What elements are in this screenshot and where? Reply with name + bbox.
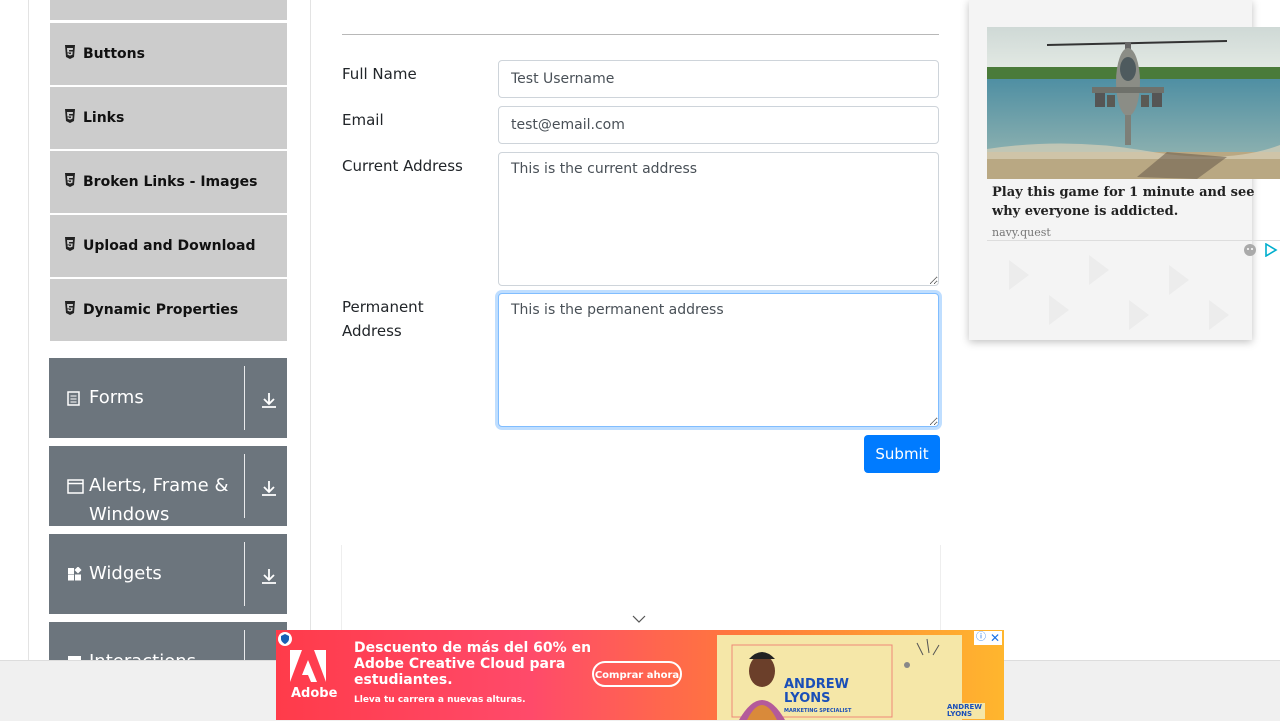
group-label: Forms (89, 387, 144, 408)
banner-card-line2: LYONS (947, 710, 973, 718)
ad-choices-face-icon[interactable] (1243, 243, 1257, 257)
permanent-address-label-line1: Permanent (342, 298, 424, 316)
banner-person-name: ANDREW LYONS (784, 678, 849, 706)
html5-icon (65, 237, 75, 251)
divider (244, 366, 245, 430)
sidebar-item-dynamic-properties[interactable]: Dynamic Properties (50, 279, 287, 341)
full-name-input[interactable] (498, 60, 939, 98)
sidebar-item-upload-download[interactable]: Upload and Download (50, 215, 287, 277)
ad-info-icon[interactable]: ⓘ (974, 631, 988, 645)
side-ad-source[interactable]: navy.quest (992, 226, 1051, 239)
current-address-label: Current Address (342, 157, 463, 175)
download-icon[interactable] (259, 390, 279, 410)
banner-person-name-line2: LYONS (784, 691, 831, 706)
banner-headline: Descuento de más del 60% en Adobe Creati… (354, 640, 592, 688)
buy-now-button[interactable]: Comprar ahora (592, 661, 682, 687)
banner-card: ANDREW LYONS (944, 703, 985, 719)
html5-icon (65, 109, 75, 123)
permanent-address-label: Permanent Address (342, 295, 424, 343)
current-address-textarea[interactable]: This is the current address (498, 152, 939, 286)
html5-icon (65, 173, 75, 187)
adobe-banner-ad[interactable]: Adobe Descuento de más del 60% en Adobe … (276, 630, 1004, 720)
download-icon[interactable] (259, 478, 279, 498)
sidebar-item-links[interactable]: Links (50, 87, 287, 149)
divider (987, 240, 1280, 241)
sidebar-item-label: Buttons (83, 46, 145, 62)
helicopter-game-ad-image[interactable] (987, 27, 1280, 179)
title-divider (342, 34, 939, 35)
banner-person-name-line1: ANDREW (784, 677, 849, 692)
download-icon[interactable] (259, 566, 279, 586)
group-label: Widgets (89, 563, 162, 584)
group-label-line2: Windows (89, 504, 170, 525)
sidebar-item-label: Links (83, 110, 125, 126)
sidebar-item-partial[interactable] (50, 0, 287, 20)
window-icon (67, 479, 84, 494)
sidebar-item-label: Dynamic Properties (83, 302, 239, 318)
group-label: Alerts, Frame & (89, 475, 229, 496)
html5-icon (65, 45, 75, 59)
ad-choices-icon[interactable] (1264, 243, 1278, 257)
permanent-address-label-line2: Address (342, 322, 402, 340)
side-ad-headline[interactable]: Play this game for 1 minute and see why … (992, 183, 1262, 221)
widgets-icon (68, 567, 82, 581)
group-label: Interactions (89, 647, 196, 660)
html5-icon (65, 301, 75, 315)
left-border (28, 0, 29, 660)
close-icon[interactable]: ✕ (988, 631, 1002, 645)
divider (244, 542, 245, 606)
sidebar-item-broken-links[interactable]: Broken Links - Images (50, 151, 287, 213)
sidebar-group-alerts-frame-windows[interactable]: Alerts, Frame & Windows (49, 446, 287, 526)
sidebar-item-label: Upload and Download (83, 238, 256, 254)
sidebar-group-interactions[interactable]: Interactions (49, 622, 287, 660)
divider (244, 454, 245, 518)
sidebar-border (310, 0, 311, 660)
chevron-down-icon (632, 615, 646, 623)
sidebar-group-widgets[interactable]: Widgets (49, 534, 287, 614)
full-name-label: Full Name (342, 65, 417, 83)
permanent-address-textarea[interactable]: This is the permanent address (498, 293, 939, 427)
ad-pattern (1009, 255, 1229, 330)
banner-subline: Lleva tu carrera a nuevas alturas. (354, 695, 526, 705)
form-icon (67, 391, 80, 406)
email-input[interactable] (498, 106, 939, 144)
sidebar-group-forms[interactable]: Forms (49, 358, 287, 438)
sidebar-item-label: Broken Links - Images (83, 174, 258, 190)
submit-button[interactable]: Submit (864, 435, 940, 473)
sidebar-item-buttons[interactable]: Buttons (50, 23, 287, 85)
adobe-brand: Adobe (291, 686, 338, 701)
banner-person-role: MARKETING SPECIALIST (784, 708, 852, 714)
email-label: Email (342, 111, 384, 129)
divider (244, 630, 245, 660)
